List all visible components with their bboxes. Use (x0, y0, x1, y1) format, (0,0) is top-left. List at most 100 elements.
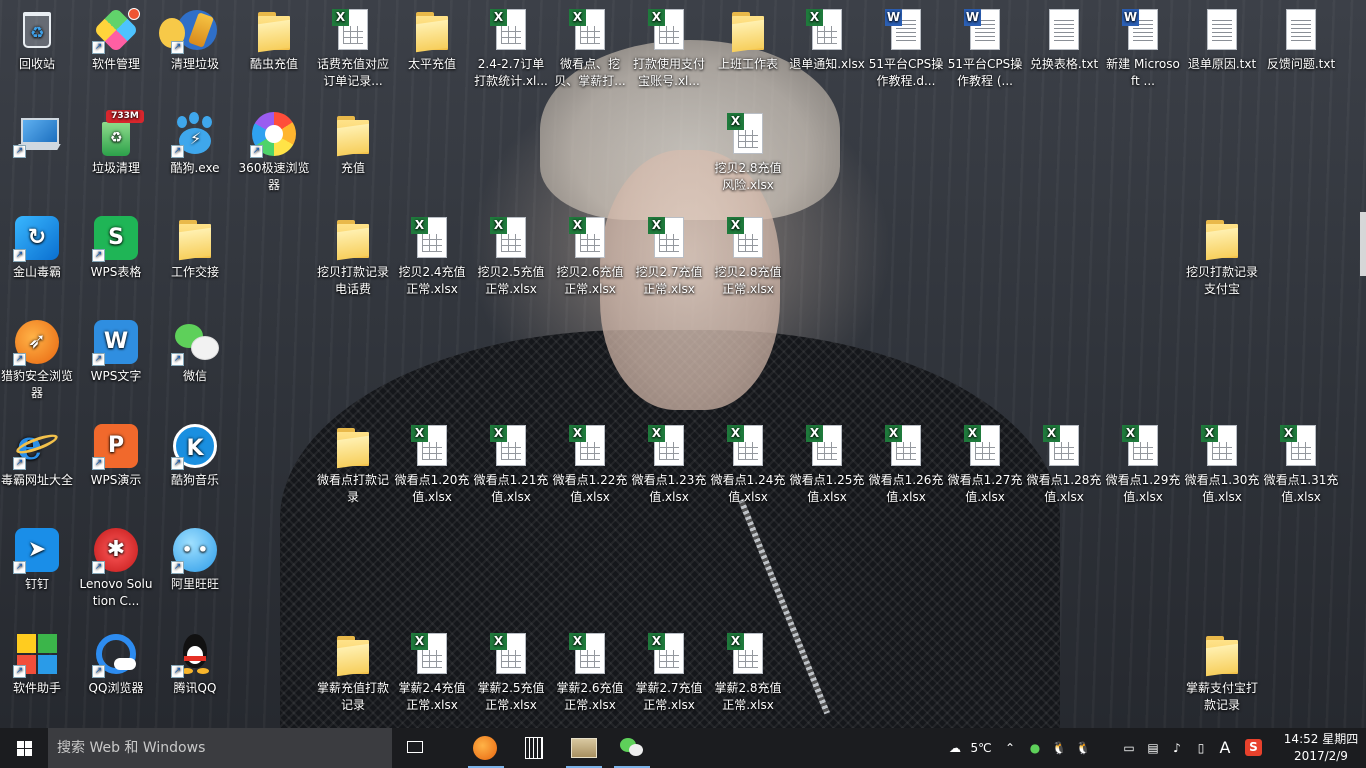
system-clock[interactable]: 14:52 星期四 2017/2/9 (1276, 731, 1366, 765)
desktop-icon-lenovo-solution[interactable]: ✱ ↗ Lenovo Solution C... (77, 520, 155, 610)
desktop-icon-xlsx-order-stats[interactable]: X 2.4-2.7订单打款统计.xl... (472, 0, 550, 90)
desktop-icon-doc-new-ms[interactable]: W 新建 Microsoft ... (1104, 0, 1182, 90)
icon-label: 钉钉 (24, 577, 49, 591)
desktop-icon-txt-exchange[interactable]: 兑换表格.txt (1025, 0, 1103, 73)
taskbar-image-viewer-button[interactable] (560, 728, 608, 768)
desktop-icon-xlsx-zx-24[interactable]: X 掌薪2.4充值正常.xlsx (393, 624, 471, 714)
desktop-icon-xlsx-weikan-wabei[interactable]: X 微看点、挖贝、掌薪打... (551, 0, 629, 90)
action-center-icon[interactable]: ▯ (1190, 728, 1212, 768)
tray-wechat-icon[interactable]: ● (1024, 728, 1046, 768)
desktop[interactable]: ♻ 回收站 ↗ 软件管理 ↗ 清理垃圾 酷虫充值 X 话费充值对应订单记录...… (0, 0, 1366, 728)
icon-label: 退单通知.xlsx (789, 57, 865, 71)
desktop-icon-xlsx-wabei-28[interactable]: X 挖贝2.8充值正常.xlsx (709, 208, 787, 298)
desktop-icon-xlsx-wkd-122[interactable]: X 微看点1.22充值.xlsx (551, 416, 629, 506)
desktop-icon-dingding[interactable]: ➤ ↗ 钉钉 (0, 520, 76, 593)
desktop-icon-folder-zx-alipay[interactable]: 掌薪支付宝打款记录 (1183, 624, 1261, 714)
desktop-icon-folder-work-handover[interactable]: 工作交接 (156, 208, 234, 281)
desktop-icon-jinshan[interactable]: ↻ ↗ 金山毒霸 (0, 208, 76, 281)
desktop-icon-software-helper[interactable]: ↗ 软件助手 (0, 624, 76, 697)
desktop-icon-xlsx-wkd-126[interactable]: X 微看点1.26充值.xlsx (867, 416, 945, 506)
icon-label: 微看点1.21充值.xlsx (473, 473, 549, 504)
input-method-label[interactable]: A (1214, 728, 1236, 768)
desktop-icon-xlsx-tuidan-notice[interactable]: X 退单通知.xlsx (788, 0, 866, 73)
desktop-icon-folder-chongzhi[interactable]: 充值 (314, 104, 392, 177)
tray-expand-chevron-icon[interactable]: ⌃ (1000, 728, 1020, 768)
shortcut-arrow-icon: ↗ (13, 353, 26, 366)
excel-file-icon: X (645, 214, 693, 262)
desktop-icon-xlsx-wkd-120[interactable]: X 微看点1.20充值.xlsx (393, 416, 471, 506)
desktop-icon-folder-wabei-phone[interactable]: 挖贝打款记录电话费 (314, 208, 392, 298)
desktop-icon-this-pc[interactable]: ↗ (0, 104, 76, 160)
taskbar-calculator-button[interactable] (510, 728, 558, 768)
weather-icon[interactable]: ☁ (944, 728, 966, 768)
desktop-icon-xlsx-huafei[interactable]: X 话费充值对应订单记录... (314, 0, 392, 90)
desktop-icon-xlsx-wkd-124[interactable]: X 微看点1.24充值.xlsx (709, 416, 787, 506)
icon-label: WPS演示 (90, 473, 142, 487)
desktop-icon-xlsx-wkd-130[interactable]: X 微看点1.30充值.xlsx (1183, 416, 1261, 506)
desktop-icon-xlsx-wabei-25[interactable]: X 挖贝2.5充值正常.xlsx (472, 208, 550, 298)
desktop-icon-liebao[interactable]: ➶ ↗ 猎豹安全浏览器 (0, 312, 76, 402)
taskbar-wechat-button[interactable] (608, 728, 656, 768)
desktop-icon-xlsx-wkd-123[interactable]: X 微看点1.23充值.xlsx (630, 416, 708, 506)
desktop-icon-xlsx-zx-28[interactable]: X 掌薪2.8充值正常.xlsx (709, 624, 787, 714)
desktop-icon-folder-wkd-record[interactable]: 微看点打款记录 (314, 416, 392, 506)
desktop-icon-folder-kuchong[interactable]: 酷虫充值 (235, 0, 313, 73)
desktop-icon-folder-wabei-alipay[interactable]: 挖贝打款记录支付宝 (1183, 208, 1261, 298)
shortcut-arrow-icon: ↗ (92, 457, 105, 470)
desktop-icon-txt-tuidan-reason[interactable]: 退单原因.txt (1183, 0, 1261, 73)
sogou-ime-icon[interactable]: S (1242, 728, 1264, 768)
desktop-icon-clean-trash[interactable]: ↗ 清理垃圾 (156, 0, 234, 73)
desktop-icon-recycle-bin[interactable]: ♻ 回收站 (0, 0, 76, 73)
battery-icon[interactable]: ▭ (1118, 728, 1140, 768)
desktop-icon-aliwangwang[interactable]: • • ↗ 阿里旺旺 (156, 520, 234, 593)
desktop-icon-xlsx-zx-27[interactable]: X 掌薪2.7充值正常.xlsx (630, 624, 708, 714)
task-view-button[interactable] (392, 728, 440, 768)
desktop-icon-wechat[interactable]: ↗ 微信 (156, 312, 234, 385)
icon-label: 软件管理 (91, 57, 140, 71)
icon-label: 微看点1.29充值.xlsx (1105, 473, 1181, 504)
edge-scroll-indicator[interactable] (1360, 212, 1366, 276)
desktop-icon-wps-sheet[interactable]: S ↗ WPS表格 (77, 208, 155, 281)
desktop-icon-wps-word[interactable]: W ↗ WPS文字 (77, 312, 155, 385)
desktop-icon-xlsx-wkd-125[interactable]: X 微看点1.25充值.xlsx (788, 416, 866, 506)
network-icon[interactable]: ▤ (1142, 728, 1164, 768)
desktop-icon-doc-cps1[interactable]: W 51平台CPS操作教程.d... (867, 0, 945, 90)
icon-label: 工作交接 (170, 265, 219, 279)
desktop-icon-qq-browser[interactable]: ↗ QQ浏览器 (77, 624, 155, 697)
desktop-icon-tencent-qq[interactable]: ↗ 腾讯QQ (156, 624, 234, 697)
shortcut-arrow-icon: ↗ (92, 561, 105, 574)
desktop-icon-xlsx-zx-26[interactable]: X 掌薪2.6充值正常.xlsx (551, 624, 629, 714)
desktop-icon-xlsx-wkd-121[interactable]: X 微看点1.21充值.xlsx (472, 416, 550, 506)
desktop-icon-xlsx-wabei-28-risk[interactable]: X 挖贝2.8充值风险.xlsx (709, 104, 787, 194)
desktop-icon-kugou-exe[interactable]: ⚡ ↗ 酷狗.exe (156, 104, 234, 177)
desktop-icon-folder-zx-record[interactable]: 掌薪充值打款记录 (314, 624, 392, 714)
icon-label: 掌薪2.8充值正常.xlsx (714, 681, 782, 712)
desktop-icon-software-manager[interactable]: ↗ 软件管理 (77, 0, 155, 73)
tray-qq-icon[interactable]: 🐧 (1048, 728, 1070, 768)
search-input[interactable] (48, 728, 392, 768)
desktop-icon-xlsx-wabei-24[interactable]: X 挖贝2.4充值正常.xlsx (393, 208, 471, 298)
desktop-icon-xlsx-wkd-131[interactable]: X 微看点1.31充值.xlsx (1262, 416, 1340, 506)
desktop-icon-duba-nav[interactable]: e ↗ 毒霸网址大全 (0, 416, 76, 489)
weather-temperature[interactable]: 5℃ (966, 728, 996, 768)
desktop-icon-kugou-music[interactable]: K ↗ 酷狗音乐 (156, 416, 234, 489)
desktop-icon-junk-clean[interactable]: ♻ 733M 垃圾清理 (77, 104, 155, 177)
desktop-icon-xlsx-wkd-128[interactable]: X 微看点1.28充值.xlsx (1025, 416, 1103, 506)
desktop-icon-txt-feedback[interactable]: 反馈问题.txt (1262, 0, 1340, 73)
desktop-icon-xlsx-wabei-27[interactable]: X 挖贝2.7充值正常.xlsx (630, 208, 708, 298)
desktop-icon-xlsx-zx-25[interactable]: X 掌薪2.5充值正常.xlsx (472, 624, 550, 714)
start-button[interactable] (0, 728, 48, 768)
desktop-icon-folder-taiping[interactable]: 太平充值 (393, 0, 471, 73)
desktop-icon-wps-ppt[interactable]: P ↗ WPS演示 (77, 416, 155, 489)
desktop-icon-doc-cps2[interactable]: W 51平台CPS操作教程 (... (946, 0, 1024, 90)
tray-qq-icon-2[interactable]: 🐧 (1072, 728, 1094, 768)
taskbar-liebao-button[interactable] (462, 728, 510, 768)
volume-icon[interactable]: ♪ (1166, 728, 1188, 768)
desktop-icon-xlsx-wkd-129[interactable]: X 微看点1.29充值.xlsx (1104, 416, 1182, 506)
desktop-icon-xlsx-wabei-26[interactable]: X 挖贝2.6充值正常.xlsx (551, 208, 629, 298)
desktop-icon-xlsx-wkd-127[interactable]: X 微看点1.27充值.xlsx (946, 416, 1024, 506)
desktop-icon-xlsx-alipay-account[interactable]: X 打款使用支付宝账号.xl... (630, 0, 708, 90)
desktop-icon-folder-work-table[interactable]: 上班工作表 (709, 0, 787, 73)
icon-label: 清理垃圾 (170, 57, 219, 71)
desktop-icon-360-browser[interactable]: ↗ 360极速浏览器 (235, 104, 313, 194)
